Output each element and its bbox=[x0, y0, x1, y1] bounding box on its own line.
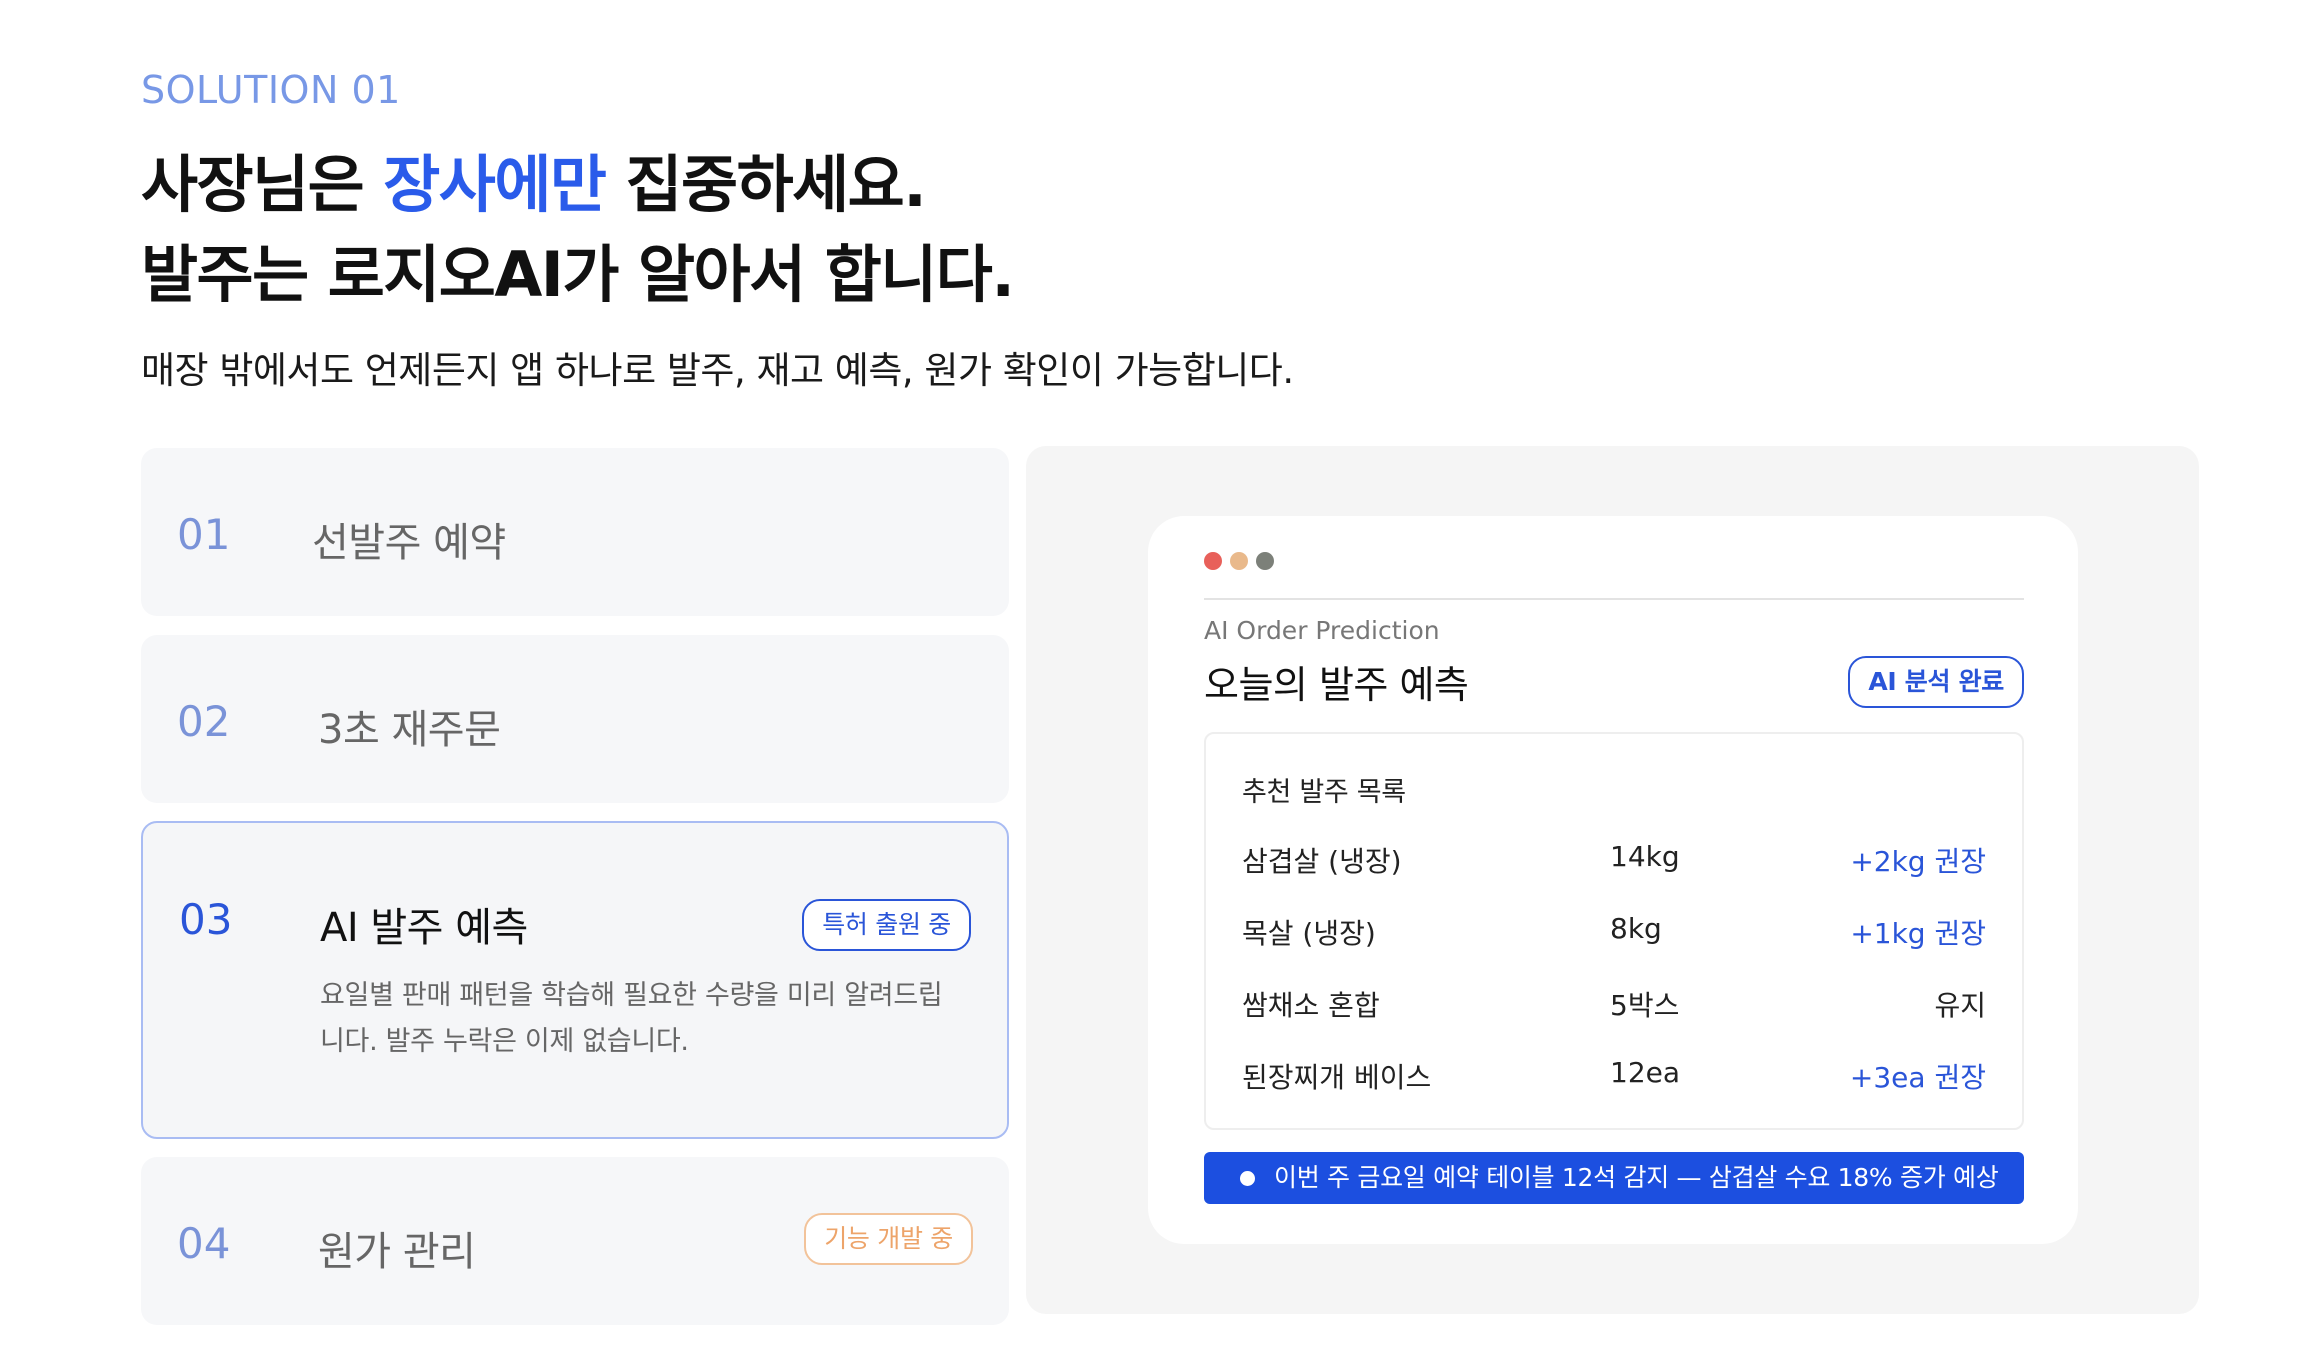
prediction-notice: 이번 주 금요일 예약 테이블 12석 감지 — 삼겹살 수요 18% 증가 예… bbox=[1204, 1152, 2024, 1204]
headline-post: 집중하세요. bbox=[605, 148, 927, 221]
patent-pending-badge: 특허 출원 중 bbox=[802, 899, 971, 951]
window-dots bbox=[1204, 552, 1274, 570]
bullet-icon bbox=[1240, 1171, 1255, 1186]
feature-title: 선발주 예약 bbox=[312, 520, 506, 566]
feature-item-03[interactable]: 03 AI 발주 예측 특허 출원 중 요일별 판매 패턴을 학습해 필요한 수… bbox=[141, 821, 1009, 1139]
headline-accent: 장사에만 bbox=[383, 148, 607, 221]
list-title: 추천 발주 목록 bbox=[1242, 777, 1406, 808]
feature-title: 3초 재주문 bbox=[318, 707, 501, 753]
red-dot-icon bbox=[1204, 552, 1222, 570]
item-quantity: 14kg bbox=[1610, 840, 1680, 873]
item-name: 삼겹살 (냉장) bbox=[1242, 845, 1402, 878]
item-recommendation: +1kg 권장 bbox=[1850, 917, 1986, 950]
item-name: 목살 (냉장) bbox=[1242, 917, 1376, 950]
feature-number: 01 bbox=[177, 510, 231, 559]
feature-item-01[interactable]: 01 선발주 예약 bbox=[141, 448, 1009, 616]
feature-title: AI 발주 예측 bbox=[320, 905, 528, 951]
headline-line-1: 사장님은 장사에만 집중하세요. bbox=[141, 140, 1013, 230]
list-item: 쌈채소 혼합 5박스 유지 bbox=[1242, 984, 1986, 1024]
item-recommendation: +3ea 권장 bbox=[1849, 1061, 1986, 1094]
list-item: 삼겹살 (냉장) 14kg +2kg 권장 bbox=[1242, 840, 1986, 880]
feature-title: 원가 관리 bbox=[318, 1229, 476, 1275]
feature-number: 02 bbox=[177, 697, 231, 746]
list-item: 목살 (냉장) 8kg +1kg 권장 bbox=[1242, 912, 1986, 952]
feature-description: 요일별 판매 패턴을 학습해 필요한 수량을 미리 알려드립니다. 발주 누락은… bbox=[320, 980, 943, 1057]
card-label: AI Order Prediction bbox=[1204, 616, 1440, 645]
card-title: 오늘의 발주 예측 bbox=[1204, 663, 1469, 707]
recommended-order-list: 추천 발주 목록 삼겹살 (냉장) 14kg +2kg 권장 목살 (냉장) 8… bbox=[1204, 732, 2024, 1130]
item-recommendation: 유지 bbox=[1934, 989, 1986, 1022]
preview-panel: AI Order Prediction 오늘의 발주 예측 AI 분석 완료 추… bbox=[1026, 446, 2199, 1314]
feature-item-02[interactable]: 02 3초 재주문 bbox=[141, 635, 1009, 803]
card-divider bbox=[1204, 598, 2024, 600]
yellow-dot-icon bbox=[1230, 552, 1248, 570]
notice-text: 이번 주 금요일 예약 테이블 12석 감지 — 삼겹살 수요 18% 증가 예… bbox=[1274, 1163, 1999, 1192]
prediction-card: AI Order Prediction 오늘의 발주 예측 AI 분석 완료 추… bbox=[1148, 516, 2078, 1244]
item-name: 된장찌개 베이스 bbox=[1242, 1061, 1432, 1094]
in-development-badge: 기능 개발 중 bbox=[804, 1213, 973, 1265]
list-item: 된장찌개 베이스 12ea +3ea 권장 bbox=[1242, 1056, 1986, 1096]
feature-number: 04 bbox=[177, 1219, 231, 1268]
analysis-status-badge: AI 분석 완료 bbox=[1848, 656, 2024, 708]
headline-pre: 사장님은 bbox=[141, 148, 384, 221]
item-quantity: 5박스 bbox=[1610, 989, 1680, 1022]
subheadline: 매장 밖에서도 언제든지 앱 하나로 발주, 재고 예측, 원가 확인이 가능합… bbox=[141, 349, 1294, 392]
feature-item-04[interactable]: 04 원가 관리 기능 개발 중 bbox=[141, 1157, 1009, 1325]
item-quantity: 12ea bbox=[1610, 1056, 1681, 1089]
section-eyebrow: SOLUTION 01 bbox=[141, 68, 401, 112]
item-recommendation: +2kg 권장 bbox=[1850, 845, 1986, 878]
solution-section: SOLUTION 01 사장님은 장사에만 집중하세요. 발주는 로지오AI가 … bbox=[0, 0, 2314, 1352]
headline: 사장님은 장사에만 집중하세요. 발주는 로지오AI가 알아서 합니다. bbox=[141, 140, 1015, 320]
item-name: 쌈채소 혼합 bbox=[1242, 989, 1380, 1022]
headline-line-2: 발주는 로지오AI가 알아서 합니다. bbox=[141, 238, 1015, 311]
gray-dot-icon bbox=[1256, 552, 1274, 570]
item-quantity: 8kg bbox=[1610, 912, 1662, 945]
feature-number: 03 bbox=[179, 895, 233, 944]
